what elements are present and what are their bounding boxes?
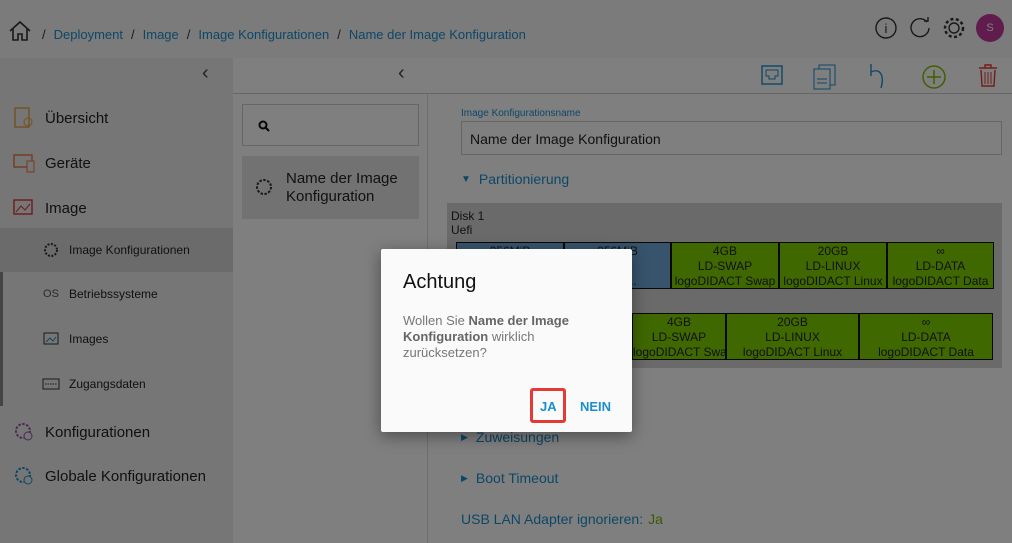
no-button[interactable]: NEIN (580, 399, 611, 414)
dialog-title: Achtung (403, 271, 477, 293)
dialog-message: Wollen Sie Name der Image Konfiguration … (403, 313, 613, 361)
confirm-dialog: Achtung Wollen Sie Name der Image Konfig… (381, 249, 632, 432)
yes-button[interactable]: JA (540, 399, 557, 414)
message-text: Wollen Sie (403, 313, 469, 328)
